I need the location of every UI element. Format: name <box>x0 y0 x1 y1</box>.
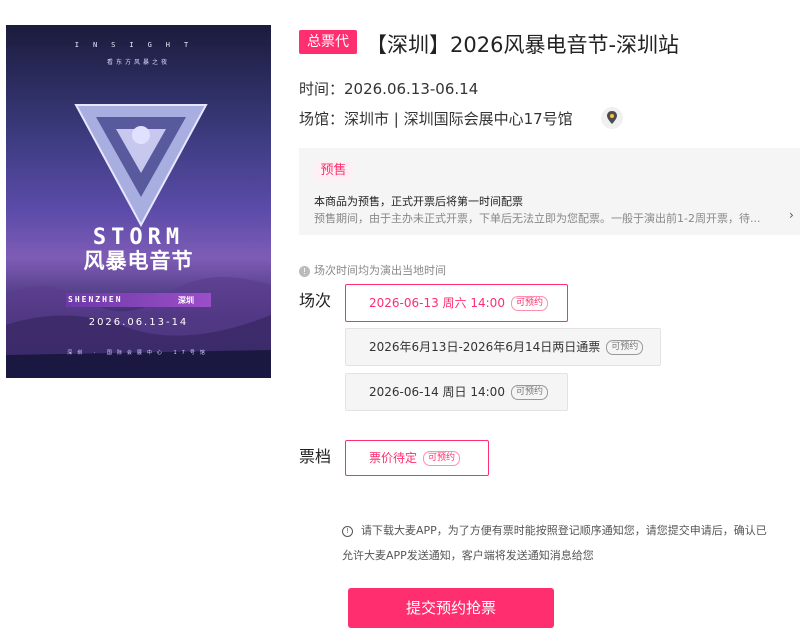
event-poster: INSIGHT 看东方风暴之夜 STORM 风暴电音节 SHENZHEN 深圳 … <box>6 25 271 378</box>
presale-detail: 预售期间，由于主办未正式开票，下单后无法立即为您配票。一般于演出前1-2周开票，… <box>314 212 761 225</box>
info-icon: ! <box>342 525 353 537</box>
session-label: 场次 <box>299 291 332 310</box>
app-notice-text-1: 请下载大麦APP，为了方便有票时能按照登记顺序通知您，请您提交申请后，确认已 <box>361 524 767 537</box>
event-title: 【深圳】2026风暴电音节-深圳站 <box>366 33 680 57</box>
event-venue: 场馆：深圳市 | 深圳国际会展中心17号馆 <box>299 110 573 128</box>
map-pin-icon[interactable] <box>601 107 623 129</box>
bookable-tag: 可预约 <box>423 451 461 466</box>
app-notice-line-2: 允许大麦APP发送通知，客户端将发送通知消息给您 <box>342 549 594 562</box>
session-option-2[interactable]: 2026年6月13日-2026年6月14日两日通票 可预约 <box>345 328 661 366</box>
bookable-tag: 可预约 <box>510 385 548 400</box>
event-time: 时间：2026.06.13-06.14 <box>299 80 479 98</box>
info-icon: ! <box>299 265 310 277</box>
poster-brand: INSIGHT <box>74 41 203 49</box>
presale-headline: 本商品为预售，正式开票后将第一时间配票 <box>314 195 523 208</box>
poster-tagline: 看东方风暴之夜 <box>106 59 170 66</box>
bookable-tag: 可预约 <box>606 340 644 355</box>
bookable-tag: 可预约 <box>510 296 548 311</box>
app-notice-line-1: ! 请下载大麦APP，为了方便有票时能按照登记顺序通知您，请您提交申请后，确认已 <box>342 522 767 538</box>
session-option-text: 2026-06-13 周六 14:00 <box>369 296 505 310</box>
tier-option-1[interactable]: 票价待定 可预约 <box>345 440 489 476</box>
poster-city-en: SHENZHEN <box>68 295 123 304</box>
chevron-right-icon[interactable]: › <box>789 208 794 222</box>
poster-venue: 深圳 · 国际会展中心 17号馆 <box>67 350 210 356</box>
session-option-3[interactable]: 2026-06-14 周日 14:00 可预约 <box>345 373 568 411</box>
presale-tag: 预售 <box>314 161 353 181</box>
poster-city-cn: 深圳 <box>178 296 194 305</box>
agent-badge: 总票代 <box>299 30 357 54</box>
poster-date: 2026.06.13-14 <box>88 317 189 328</box>
session-option-text: 2026年6月13日-2026年6月14日两日通票 <box>369 340 601 354</box>
poster-logo-cn: 风暴电音节 <box>83 249 194 273</box>
session-option-1[interactable]: 2026-06-13 周六 14:00 可预约 <box>345 284 568 322</box>
timezone-note-text: 场次时间均为演出当地时间 <box>314 264 446 277</box>
tier-label: 票档 <box>299 447 332 466</box>
crystal-triangle-artwork <box>74 104 208 228</box>
session-option-text: 2026-06-14 周日 14:00 <box>369 385 505 399</box>
timezone-note: ! 场次时间均为演出当地时间 <box>299 262 446 278</box>
submit-reservation-button[interactable]: 提交预约抢票 <box>348 588 554 628</box>
tier-option-text: 票价待定 <box>369 451 418 465</box>
